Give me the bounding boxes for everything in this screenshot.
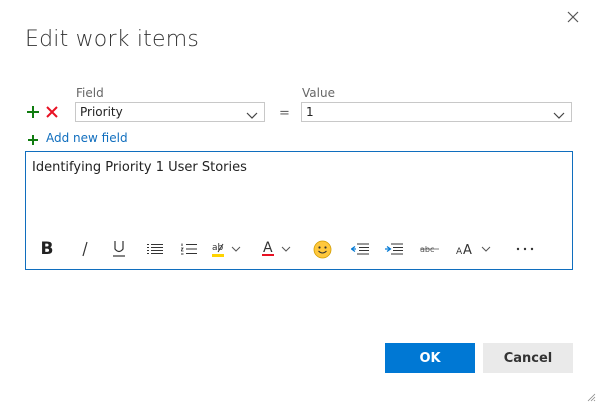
add-row-icon[interactable] bbox=[26, 104, 40, 123]
value-label: Value bbox=[302, 86, 335, 100]
bold-icon[interactable]: B bbox=[38, 238, 56, 260]
add-new-field-link[interactable]: Add new field bbox=[46, 131, 128, 145]
highlight-icon[interactable]: ab bbox=[210, 238, 246, 260]
svg-text:abc: abc bbox=[420, 245, 434, 254]
font-size-icon[interactable]: A A bbox=[454, 238, 498, 260]
more-icon[interactable] bbox=[514, 238, 536, 260]
chevron-down-icon bbox=[553, 107, 565, 119]
svg-text:A: A bbox=[463, 243, 472, 258]
editor-content[interactable]: Identifying Priority 1 User Stories bbox=[32, 160, 247, 175]
resize-grip-icon[interactable] bbox=[586, 387, 596, 402]
cancel-button[interactable]: Cancel bbox=[483, 343, 573, 373]
italic-icon[interactable] bbox=[76, 238, 94, 260]
increase-indent-icon[interactable] bbox=[384, 238, 404, 260]
font-color-icon[interactable]: A bbox=[260, 238, 296, 260]
value-select-value: 1 bbox=[306, 105, 314, 119]
close-icon[interactable] bbox=[565, 9, 581, 25]
dialog-title: Edit work items bbox=[25, 27, 199, 52]
chevron-down-icon bbox=[246, 107, 258, 119]
ok-button[interactable]: OK bbox=[385, 343, 475, 373]
edit-work-items-dialog: Edit work items Field Value Priority = 1… bbox=[0, 0, 598, 402]
remove-row-icon[interactable] bbox=[45, 104, 59, 123]
underline-icon[interactable] bbox=[110, 238, 128, 260]
field-label: Field bbox=[76, 86, 104, 100]
equals-operator: = bbox=[279, 106, 290, 121]
bulleted-list-icon[interactable] bbox=[146, 238, 164, 260]
value-select[interactable]: 1 bbox=[301, 102, 572, 122]
field-select-value: Priority bbox=[80, 105, 123, 119]
emoji-icon[interactable] bbox=[312, 238, 332, 260]
field-select[interactable]: Priority bbox=[75, 102, 265, 122]
svg-text:A: A bbox=[456, 247, 463, 257]
numbered-list-icon[interactable] bbox=[180, 238, 198, 260]
decrease-indent-icon[interactable] bbox=[350, 238, 370, 260]
strikethrough-icon[interactable]: abc bbox=[419, 238, 441, 260]
add-field-icon[interactable] bbox=[27, 131, 39, 150]
rich-text-editor[interactable]: Identifying Priority 1 User Stories B ab bbox=[25, 151, 573, 270]
svg-text:A: A bbox=[263, 240, 273, 256]
